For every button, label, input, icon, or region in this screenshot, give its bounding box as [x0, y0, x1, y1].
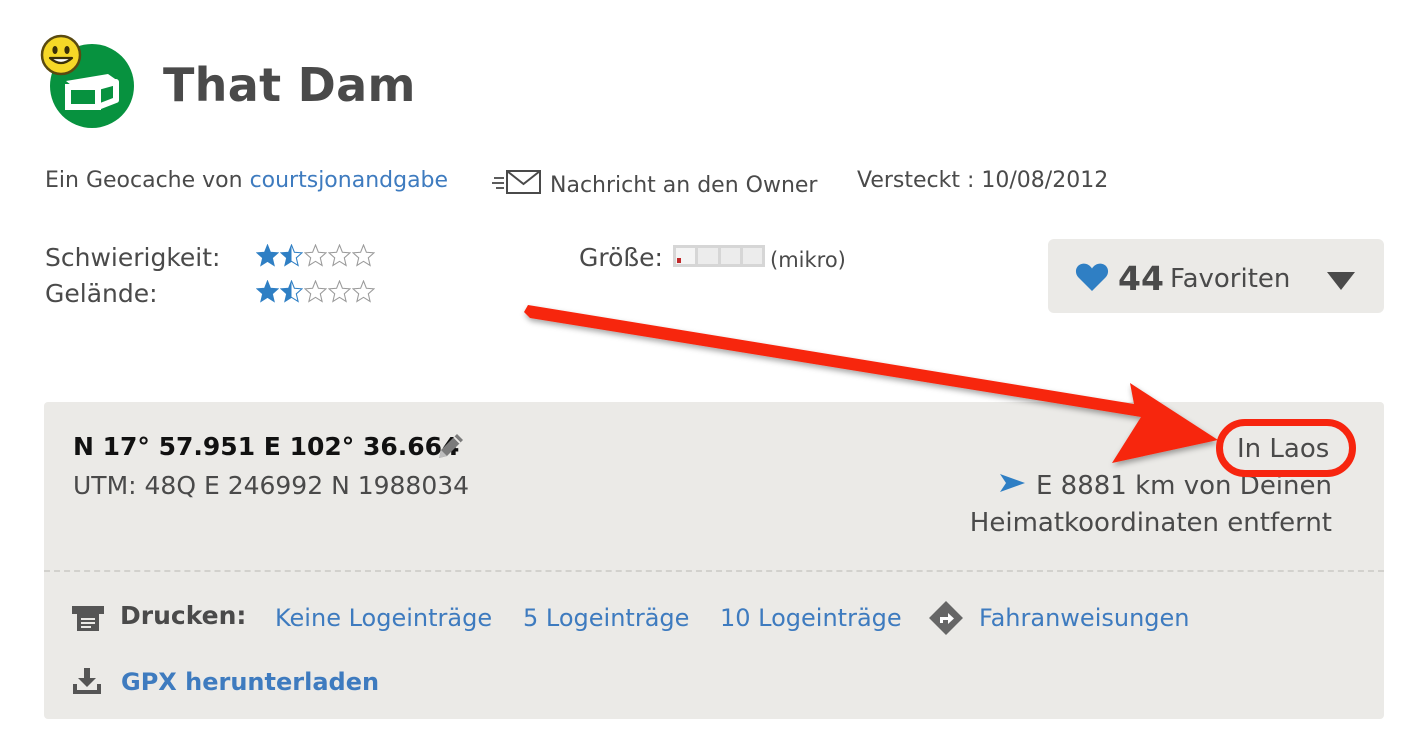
star-icon [304, 244, 327, 267]
star-icon [328, 280, 351, 303]
star-icon [280, 244, 303, 267]
print-ten-logs-link[interactable]: 10 Logeinträge [720, 604, 902, 632]
chevron-down-icon[interactable] [1327, 272, 1355, 290]
size-segment [698, 248, 718, 264]
owner-prefix: Ein Geocache von [45, 168, 243, 193]
difficulty-label: Schwierigkeit: [45, 243, 221, 272]
coordinates-text: N 17° 57.951 E 102° 36.664 [73, 432, 460, 461]
smiley-found-icon [40, 34, 82, 80]
direction-arrow-icon [998, 471, 1026, 501]
panel-divider [44, 570, 1384, 572]
star-icon [256, 244, 279, 267]
favorites-label: Favoriten [1170, 264, 1291, 294]
size-text: (mikro) [770, 248, 846, 272]
star-icon [256, 280, 279, 303]
terrain-label: Gelände: [45, 279, 158, 308]
hidden-date: Versteckt : 10/08/2012 [857, 168, 1109, 193]
star-icon [328, 244, 351, 267]
annotation-highlight-ring [1216, 419, 1356, 477]
heart-icon [1075, 262, 1109, 296]
star-icon [280, 280, 303, 303]
envelope-icon [492, 168, 542, 202]
size-segment [676, 248, 696, 264]
print-five-logs-link[interactable]: 5 Logeinträge [523, 604, 689, 632]
download-icon [72, 667, 102, 699]
distance-text-2: Heimatkoordinaten entfernt [969, 508, 1332, 538]
favorites-count: 44 [1118, 259, 1164, 298]
gpx-download-link[interactable]: GPX herunterladen [121, 668, 379, 696]
owner-line: Ein Geocache von courtsjonandgabe [45, 168, 448, 193]
size-segment [742, 248, 762, 264]
print-label: Drucken: [120, 601, 247, 630]
difficulty-stars [256, 244, 375, 267]
utm-coordinates: UTM: 48Q E 246992 N 1988034 [73, 471, 470, 500]
message-owner-label: Nachricht an den Owner [550, 172, 818, 198]
terrain-stars [256, 280, 375, 303]
directions-icon [929, 601, 963, 639]
directions-link[interactable]: Fahranweisungen [979, 604, 1190, 632]
message-owner-link[interactable]: Nachricht an den Owner [492, 168, 817, 202]
printer-icon [72, 603, 104, 637]
size-label: Größe: [579, 243, 663, 272]
pencil-icon[interactable] [435, 430, 467, 466]
cache-title: That Dam [163, 58, 416, 112]
star-icon [304, 280, 327, 303]
owner-link[interactable]: courtsjonandgabe [250, 168, 448, 193]
star-icon [352, 280, 375, 303]
star-icon [352, 244, 375, 267]
size-indicator [673, 245, 765, 267]
size-segment [720, 248, 740, 264]
print-no-logs-link[interactable]: Keine Logeinträge [275, 604, 492, 632]
